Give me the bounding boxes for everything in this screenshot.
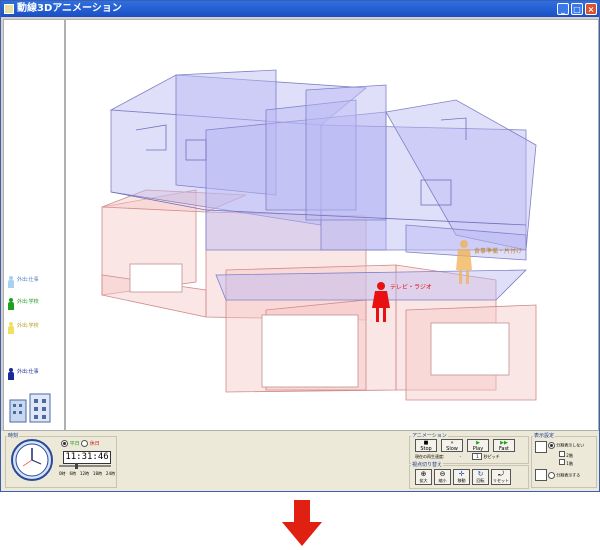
legend-label: 外出:学校 <box>17 299 39 305</box>
zoom-out-button[interactable]: ⊖ 縮小 <box>434 469 451 485</box>
3d-viewport[interactable]: テレビ・ラジオ 食事準備・片付け <box>65 19 599 431</box>
title-bar: 動線3Dアニメーション _ □ × <box>1 1 599 17</box>
window-title: 動線3Dアニメーション <box>17 3 122 14</box>
weekday-radio[interactable] <box>61 440 68 447</box>
move-button[interactable]: ✛ 移動 <box>453 469 470 485</box>
speed-label: 現在の再生速度: <box>415 454 445 459</box>
no-split-label: 分割表示しない <box>556 442 585 448</box>
slow-button[interactable]: » Slow <box>441 439 463 452</box>
legend-panel: 外出:仕事 外出:学校 外出:学校 外出:仕事 <box>3 19 65 431</box>
minimize-button[interactable]: _ <box>557 3 569 15</box>
time-ticks: 0時 6時 12時 18時 24時 <box>59 471 115 477</box>
tick-label: 24時 <box>105 471 115 476</box>
tick-label: 6時 <box>69 471 76 476</box>
split-label: 分割表示する <box>556 472 581 478</box>
reset-button[interactable]: ⤾ リセット <box>491 469 511 485</box>
house-3d-model <box>101 69 537 401</box>
day-selector: 平日 休日 <box>61 440 100 447</box>
maximize-button[interactable]: □ <box>571 3 583 15</box>
person-orange-label: 食事準備・片付け <box>474 248 523 255</box>
fast-button[interactable]: ▶▶ Fast <box>493 439 515 452</box>
floor2-checkbox[interactable] <box>559 451 565 457</box>
floor2-option[interactable]: 2階 <box>559 451 573 459</box>
app-window: 動線3Dアニメーション _ □ × 外出:仕事 外出:学校 外出:学校 外出:仕… <box>0 0 600 492</box>
person-icon <box>8 368 14 380</box>
buildings-icon <box>9 393 51 423</box>
person-icon <box>8 276 14 288</box>
time-slider-handle[interactable] <box>75 463 78 469</box>
tick-label: 12時 <box>79 471 89 476</box>
digital-time-display: 11:31:46 <box>63 451 111 464</box>
pitch-label: 秒ピッチ <box>483 454 500 459</box>
legend-label: 外出:仕事 <box>17 277 39 283</box>
single-view-icon <box>535 441 547 453</box>
down-arrow-icon <box>282 500 322 546</box>
holiday-radio[interactable] <box>81 440 89 447</box>
speed-value: - <box>459 454 462 459</box>
floor1-label: 1階 <box>566 461 573 466</box>
app-icon <box>4 4 14 14</box>
play-button[interactable]: ▶ Play <box>467 439 489 452</box>
no-split-option[interactable]: 分割表示しない <box>548 442 584 449</box>
weekday-label: 平日 <box>69 441 80 447</box>
clock-face-icon <box>15 443 49 477</box>
no-split-radio[interactable] <box>548 442 555 449</box>
person-icon <box>8 322 14 334</box>
person-icon <box>8 298 14 310</box>
tick-label: 18時 <box>92 471 102 476</box>
stop-button[interactable]: ■ Stop <box>415 439 437 452</box>
floor2-label: 2階 <box>566 453 573 458</box>
rotate-button[interactable]: ↻ 回転 <box>472 469 489 485</box>
analog-clock <box>11 439 53 481</box>
holiday-label: 休日 <box>89 441 100 447</box>
person-red-label: テレビ・ラジオ <box>390 284 432 291</box>
split-option[interactable]: 分割表示する <box>548 472 580 479</box>
zoom-in-button[interactable]: ⊕ 拡大 <box>415 469 432 485</box>
split-radio[interactable] <box>548 472 555 479</box>
pitch-select[interactable]: 1 <box>472 453 483 460</box>
time-slider[interactable] <box>59 465 111 467</box>
animation-group-title: アニメーション <box>411 432 448 439</box>
split-view-icon <box>535 469 547 481</box>
display-group-title: 表示設定 <box>533 432 556 439</box>
time-group-title: 時刻 <box>7 432 20 439</box>
speed-row: 現在の再生速度: - 1 秒ピッチ <box>415 453 500 460</box>
control-bar: 時刻 平日 休日 11:31:46 0時 6時 12時 18時 24時 アニメー… <box>1 431 599 491</box>
legend-label: 外出:学校 <box>17 323 39 329</box>
legend-label: 外出:仕事 <box>17 369 39 375</box>
close-button[interactable]: × <box>585 3 597 15</box>
view-group-title: 視点切り替え <box>411 461 444 468</box>
floor1-option[interactable]: 1階 <box>559 459 573 467</box>
floor1-checkbox[interactable] <box>559 459 565 465</box>
tick-label: 0時 <box>59 471 66 476</box>
